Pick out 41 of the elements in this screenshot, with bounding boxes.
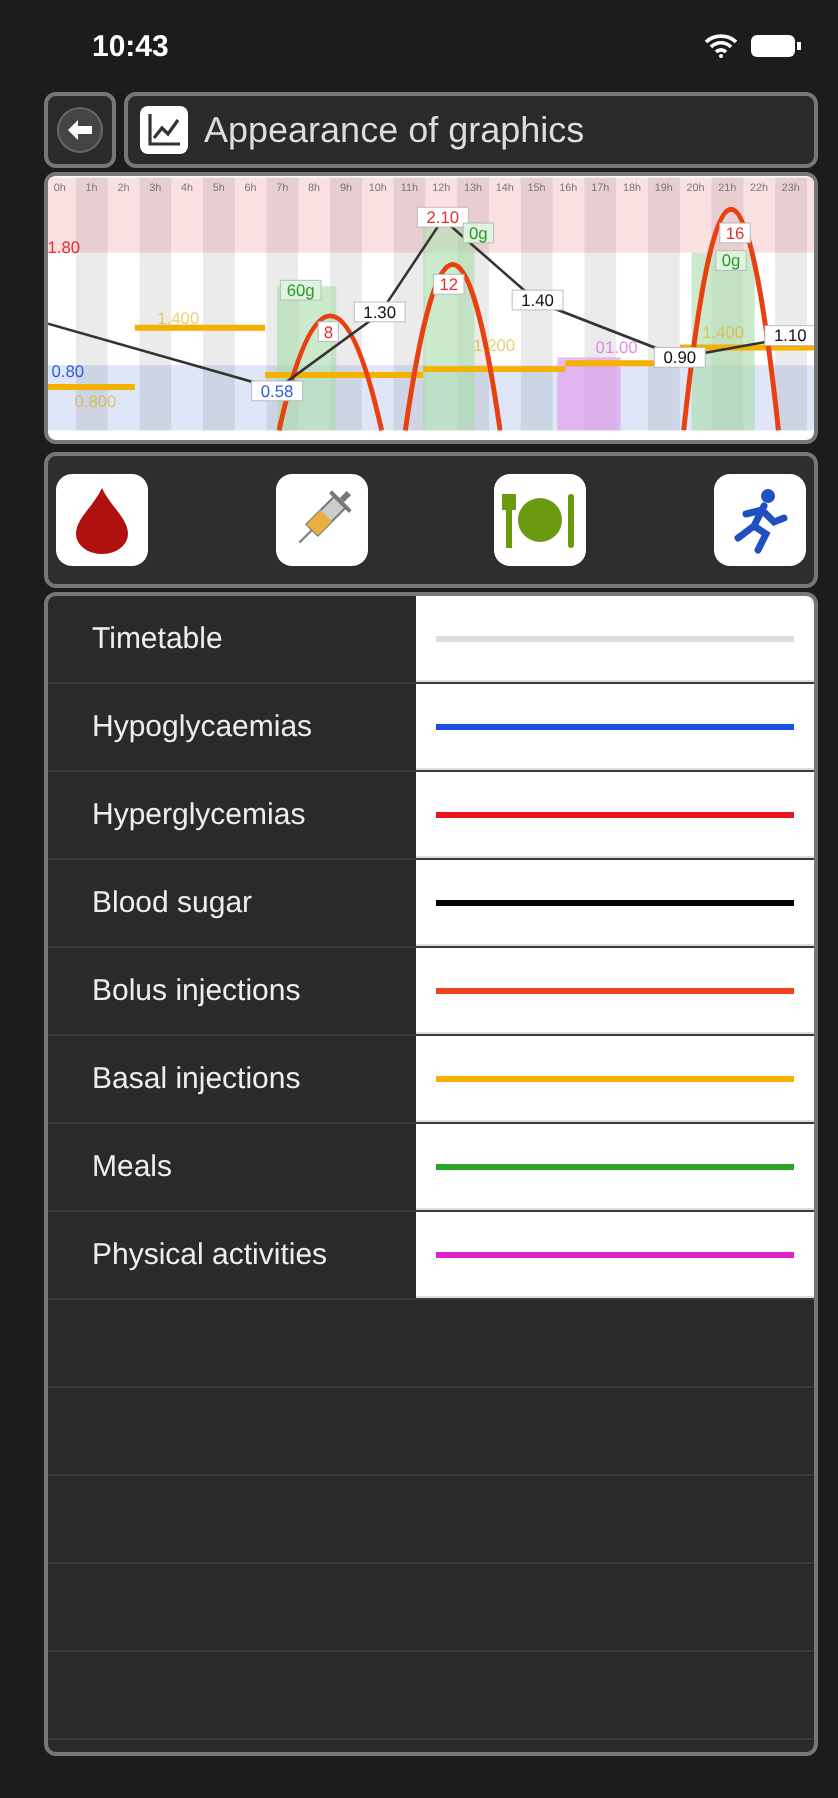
category-button[interactable] bbox=[713, 474, 806, 566]
legend-label: Timetable bbox=[90, 620, 225, 660]
page-title: Appearance of graphics bbox=[204, 109, 585, 151]
back-button[interactable] bbox=[44, 92, 116, 168]
value-tag: 60g bbox=[279, 279, 322, 301]
value-tag: 16 bbox=[719, 222, 751, 244]
value-tag: 0.90 bbox=[653, 346, 706, 368]
value-label: 1.80 bbox=[48, 236, 81, 257]
status-time: 10:43 bbox=[92, 29, 169, 63]
activity-area bbox=[557, 357, 621, 431]
value-tag: 8 bbox=[317, 321, 339, 342]
legend-label: Basal injections bbox=[90, 1060, 303, 1100]
line-sample[interactable] bbox=[416, 684, 814, 770]
blood-drop-icon bbox=[72, 486, 132, 554]
legend-label: Bolus injections bbox=[90, 972, 303, 1012]
value-label: 1.400 bbox=[702, 321, 745, 342]
line-sample[interactable] bbox=[416, 860, 814, 946]
value-label: 0.80 bbox=[51, 361, 85, 382]
category-button[interactable] bbox=[275, 474, 368, 566]
value-tag: 1.40 bbox=[511, 289, 564, 311]
value-tag: 0g bbox=[715, 250, 747, 271]
battery-icon bbox=[750, 34, 802, 58]
wifi-icon bbox=[704, 34, 738, 58]
value-tag: 1.30 bbox=[353, 301, 406, 323]
value-label: 0.800 bbox=[74, 390, 117, 411]
category-button[interactable] bbox=[494, 474, 587, 566]
value-tag: 0g bbox=[462, 222, 495, 244]
legend-label: Hyperglycemias bbox=[90, 796, 308, 836]
legend-label: Meals bbox=[90, 1148, 175, 1188]
runner-icon bbox=[729, 486, 790, 554]
value-label: 01.00 bbox=[595, 337, 638, 358]
value-tag: 1.10 bbox=[764, 325, 814, 346]
value-label: 1.400 bbox=[157, 307, 200, 328]
value-tag: 2.10 bbox=[416, 206, 469, 228]
category-button[interactable] bbox=[56, 474, 148, 566]
legend-label: Physical activities bbox=[90, 1236, 330, 1276]
value-tag: 12 bbox=[433, 273, 465, 295]
legend-label: Hypoglycaemias bbox=[90, 708, 315, 748]
chart-icon bbox=[140, 106, 188, 154]
value-tag: 0.58 bbox=[251, 380, 303, 402]
legend-label: Blood sugar bbox=[90, 884, 255, 924]
